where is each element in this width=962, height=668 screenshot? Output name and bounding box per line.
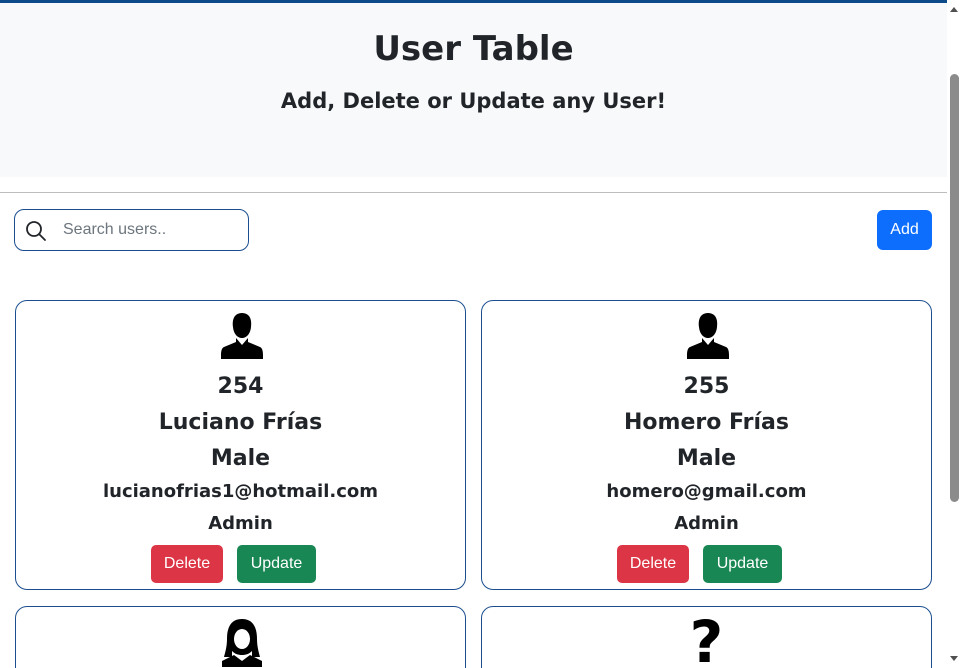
page-subtitle: Add, Delete or Update any User! bbox=[280, 89, 667, 113]
search-input[interactable] bbox=[63, 216, 243, 244]
vertical-scrollbar[interactable] bbox=[947, 0, 962, 668]
user-gender: Male bbox=[676, 446, 737, 471]
add-user-button[interactable]: Add bbox=[877, 210, 932, 250]
delete-button[interactable]: Delete bbox=[151, 545, 223, 583]
scrollbar-thumb[interactable] bbox=[950, 74, 959, 502]
user-role: Admin bbox=[208, 513, 273, 534]
user-gender: Male bbox=[210, 446, 271, 471]
user-card: ? bbox=[481, 606, 932, 668]
search-icon bbox=[25, 220, 47, 242]
male-user-icon bbox=[686, 311, 730, 361]
male-user-icon bbox=[220, 311, 264, 361]
page-viewport: User Table Add, Delete or Update any Use… bbox=[0, 3, 947, 668]
user-id: 254 bbox=[217, 374, 264, 399]
header-divider bbox=[0, 192, 947, 193]
user-id: 255 bbox=[683, 374, 730, 399]
user-card: 254 Luciano Frías Male lucianofrias1@hot… bbox=[15, 300, 466, 590]
user-email: homero@gmail.com bbox=[606, 481, 807, 502]
user-name: Luciano Frías bbox=[158, 410, 323, 435]
female-user-icon bbox=[220, 617, 264, 667]
user-email: lucianofrias1@hotmail.com bbox=[102, 481, 379, 502]
page-header: User Table Add, Delete or Update any Use… bbox=[0, 3, 947, 177]
user-name: Homero Frías bbox=[624, 410, 789, 435]
user-card bbox=[15, 606, 466, 668]
scroll-up-arrow-icon[interactable] bbox=[950, 7, 958, 12]
question-mark-icon: ? bbox=[689, 608, 724, 668]
search-box[interactable] bbox=[14, 209, 249, 251]
user-card: 255 Homero Frías Male homero@gmail.com A… bbox=[481, 300, 932, 590]
update-button[interactable]: Update bbox=[703, 545, 782, 583]
update-button[interactable]: Update bbox=[237, 545, 316, 583]
page-title: User Table bbox=[373, 29, 574, 69]
user-role: Admin bbox=[674, 513, 739, 534]
delete-button[interactable]: Delete bbox=[617, 545, 689, 583]
scroll-down-arrow-icon[interactable] bbox=[950, 656, 958, 661]
